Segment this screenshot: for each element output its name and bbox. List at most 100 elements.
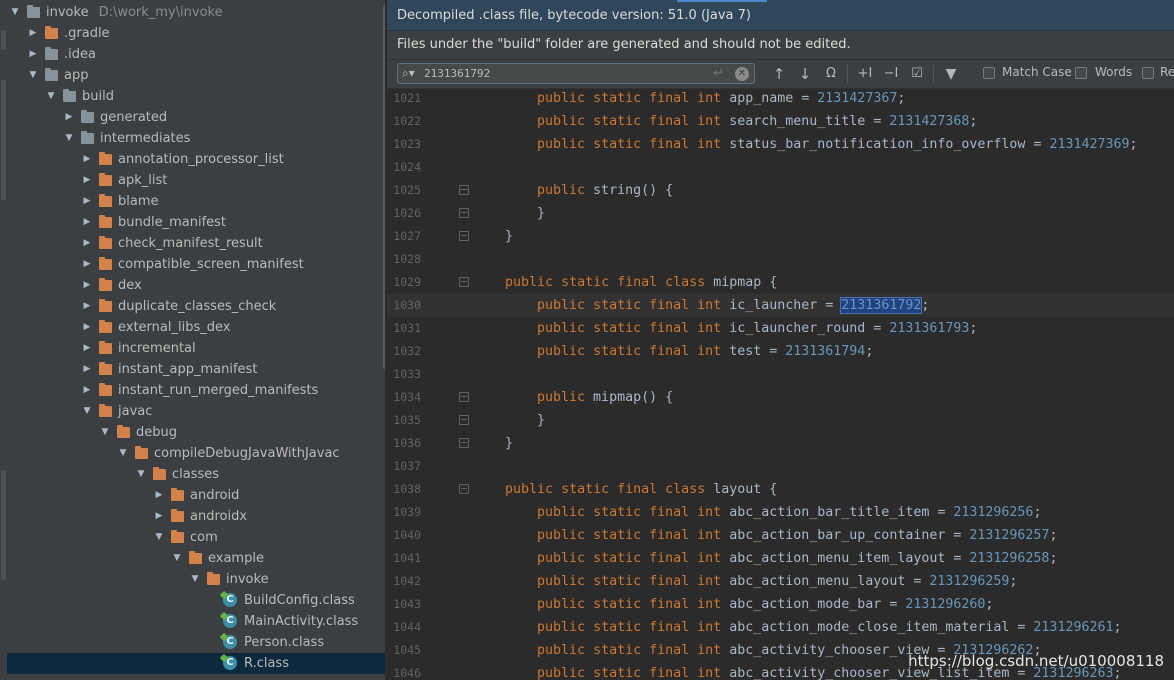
code-line[interactable]: 1029 public static final class mipmap { xyxy=(387,271,1174,294)
tool-window-marker[interactable] xyxy=(1,30,6,50)
tree-item[interactable]: ▶ check_manifest_result xyxy=(7,233,385,254)
regex-label[interactable]: Re xyxy=(1160,65,1174,79)
line-number[interactable]: 1027 xyxy=(387,225,421,248)
tree-item[interactable]: ▶ duplicate_classes_check xyxy=(7,296,385,317)
tree-item[interactable]: ▶ .gradle xyxy=(7,23,385,44)
fold-marker-icon[interactable] xyxy=(459,277,469,287)
tree-item[interactable]: ▶ external_libs_dex xyxy=(7,317,385,338)
code-line[interactable]: 1033 xyxy=(387,363,1174,386)
line-number[interactable]: 1032 xyxy=(387,340,421,363)
expand-down-icon[interactable]: ▼ xyxy=(135,464,147,485)
remove-occurrence-icon[interactable]: −I xyxy=(881,64,901,84)
line-number[interactable]: 1030 xyxy=(387,294,421,317)
expand-down-icon[interactable]: ▼ xyxy=(45,86,57,107)
line-number[interactable]: 1045 xyxy=(387,639,421,662)
code-line[interactable]: 1026} xyxy=(387,202,1174,225)
tree-item[interactable]: C BuildConfig.class xyxy=(7,590,385,611)
code-line[interactable]: 1021 public static final int app_name = 2… xyxy=(387,87,1174,110)
code-line[interactable]: 1035} xyxy=(387,409,1174,432)
expand-right-icon[interactable]: ▶ xyxy=(81,149,93,170)
match-case-label[interactable]: Match Case xyxy=(1002,65,1072,79)
expand-down-icon[interactable]: ▼ xyxy=(9,2,21,23)
line-number[interactable]: 1029 xyxy=(387,271,421,294)
line-number[interactable]: 1033 xyxy=(387,363,421,386)
expand-right-icon[interactable]: ▶ xyxy=(81,380,93,401)
line-number[interactable]: 1046 xyxy=(387,662,421,680)
code-line[interactable]: 1040 public static final int abc_action_b… xyxy=(387,524,1174,547)
tree-item[interactable]: C MainActivity.class xyxy=(7,611,385,632)
code-line[interactable]: 1034 public mipmap() { xyxy=(387,386,1174,409)
code-line[interactable]: 1031 public static final int ic_launcher_… xyxy=(387,317,1174,340)
tool-window-marker[interactable] xyxy=(1,470,6,580)
words-checkbox[interactable] xyxy=(1075,67,1087,79)
search-input[interactable] xyxy=(424,65,694,82)
line-number[interactable]: 1043 xyxy=(387,593,421,616)
expand-right-icon[interactable]: ▶ xyxy=(81,296,93,317)
code-line[interactable]: 1024 xyxy=(387,156,1174,179)
code-line[interactable]: 1037 xyxy=(387,455,1174,478)
fold-marker-icon[interactable] xyxy=(459,208,469,218)
expand-right-icon[interactable]: ▶ xyxy=(153,506,165,527)
expand-down-icon[interactable]: ▼ xyxy=(153,527,165,548)
fold-marker-icon[interactable] xyxy=(459,415,469,425)
expand-right-icon[interactable]: ▶ xyxy=(81,212,93,233)
tree-item[interactable]: ▼ com xyxy=(7,527,385,548)
tree-item[interactable]: ▶ bundle_manifest xyxy=(7,212,385,233)
tree-item[interactable]: ▶ annotation_processor_list xyxy=(7,149,385,170)
line-number[interactable]: 1038 xyxy=(387,478,421,501)
fold-marker-icon[interactable] xyxy=(459,484,469,494)
search-box[interactable]: ⌕▾ ↵ ✕ xyxy=(397,63,755,84)
code-line[interactable]: 1041 public static final int abc_action_m… xyxy=(387,547,1174,570)
line-number[interactable]: 1022 xyxy=(387,110,421,133)
tree-item[interactable]: ▶ dex xyxy=(7,275,385,296)
expand-down-icon[interactable]: ▼ xyxy=(63,128,75,149)
code-area[interactable]: 1021 public static final int app_name = 2… xyxy=(387,87,1174,680)
line-number[interactable]: 1035 xyxy=(387,409,421,432)
tree-item[interactable]: ▶ generated xyxy=(7,107,385,128)
tree-item[interactable]: ▶ incremental xyxy=(7,338,385,359)
tool-window-marker[interactable] xyxy=(1,80,6,200)
tree-item[interactable]: ▼ compileDebugJavaWithJavac xyxy=(7,443,385,464)
filter-icon[interactable]: ▼ xyxy=(941,64,961,84)
tree-item[interactable]: ▼ javac xyxy=(7,401,385,422)
clear-icon[interactable]: ✕ xyxy=(735,67,749,81)
line-number[interactable]: 1039 xyxy=(387,501,421,524)
tree-item[interactable]: C Person.class xyxy=(7,632,385,653)
expand-down-icon[interactable]: ▼ xyxy=(189,569,201,590)
match-case-checkbox[interactable] xyxy=(983,67,995,79)
expand-right-icon[interactable]: ▶ xyxy=(81,338,93,359)
tree-item[interactable]: ▼ invoke xyxy=(7,569,385,590)
code-line[interactable]: 1043 public static final int abc_action_m… xyxy=(387,593,1174,616)
line-number[interactable]: 1025 xyxy=(387,179,421,202)
line-number[interactable]: 1037 xyxy=(387,455,421,478)
expand-right-icon[interactable]: ▶ xyxy=(81,317,93,338)
expand-down-icon[interactable]: ▼ xyxy=(171,548,183,569)
expand-right-icon[interactable]: ▶ xyxy=(63,107,75,128)
tree-item[interactable]: ▶ androidx xyxy=(7,506,385,527)
code-line[interactable]: 1036} xyxy=(387,432,1174,455)
fold-marker-icon[interactable] xyxy=(459,392,469,402)
tree-item[interactable]: C R.class xyxy=(7,653,385,674)
tree-item[interactable]: ▼ classes xyxy=(7,464,385,485)
line-number[interactable]: 1042 xyxy=(387,570,421,593)
line-number[interactable]: 1023 xyxy=(387,133,421,156)
expand-down-icon[interactable]: ▼ xyxy=(117,443,129,464)
line-number[interactable]: 1044 xyxy=(387,616,421,639)
expand-right-icon[interactable]: ▶ xyxy=(81,170,93,191)
code-line[interactable]: 1028 xyxy=(387,248,1174,271)
previous-occurrence-icon[interactable]: ↑ xyxy=(769,64,789,84)
code-line[interactable]: 1042 public static final int abc_action_m… xyxy=(387,570,1174,593)
tree-item[interactable]: ▶ instant_run_merged_manifests xyxy=(7,380,385,401)
expand-right-icon[interactable]: ▶ xyxy=(81,359,93,380)
line-number[interactable]: 1036 xyxy=(387,432,421,455)
code-line[interactable]: 1027} xyxy=(387,225,1174,248)
tree-item[interactable]: ▶ compatible_screen_manifest xyxy=(7,254,385,275)
fold-marker-icon[interactable] xyxy=(459,185,469,195)
tree-item[interactable]: ▼ app xyxy=(7,65,385,86)
tree-item[interactable]: ▶ blame xyxy=(7,191,385,212)
code-line[interactable]: 1022 public static final int search_menu_… xyxy=(387,110,1174,133)
expand-down-icon[interactable]: ▼ xyxy=(27,65,39,86)
line-number[interactable]: 1021 xyxy=(387,87,421,110)
expand-right-icon[interactable]: ▶ xyxy=(81,233,93,254)
words-label[interactable]: Words xyxy=(1095,65,1132,79)
